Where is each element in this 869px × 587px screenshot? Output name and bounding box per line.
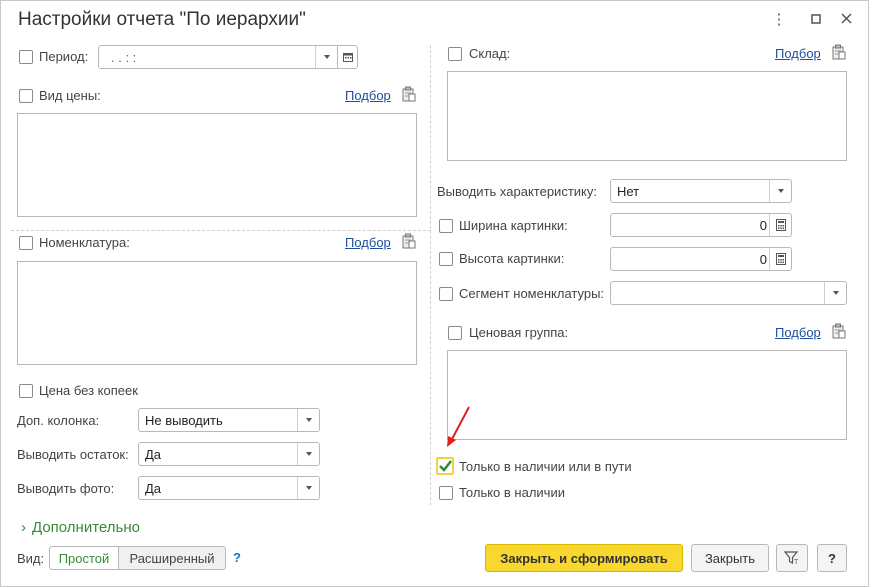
- price-type-label: Вид цены:: [39, 88, 101, 103]
- image-height-input[interactable]: 0: [610, 247, 792, 271]
- price-group-pick-link[interactable]: Подбор: [775, 325, 821, 340]
- nomenclature-label: Номенклатура:: [39, 235, 130, 250]
- warehouse-checkbox[interactable]: [448, 47, 462, 61]
- warehouse-pick-link[interactable]: Подбор: [775, 46, 821, 61]
- view-simple-button[interactable]: Простой: [49, 546, 119, 570]
- left-section-separator: [11, 230, 431, 231]
- period-label: Период:: [39, 49, 89, 64]
- filter-icon: T: [784, 551, 799, 565]
- show-photo-label: Выводить фото:: [17, 481, 115, 496]
- in-stock-or-transit-label: Только в наличии или в пути: [459, 459, 632, 474]
- calendar-icon: [343, 53, 353, 62]
- close-icon[interactable]: [838, 11, 854, 29]
- svg-text:T: T: [794, 559, 799, 565]
- column-separator: [430, 45, 431, 505]
- in-stock-checkbox[interactable]: [439, 486, 453, 500]
- chevron-down-icon: [323, 55, 330, 59]
- price-type-list[interactable]: [17, 113, 417, 217]
- image-height-checkbox[interactable]: [439, 252, 453, 266]
- period-dropdown-button[interactable]: [315, 46, 337, 68]
- chevron-down-icon: [777, 189, 784, 193]
- more-section-toggle[interactable]: › Дополнительно: [21, 519, 140, 536]
- price-group-list[interactable]: [447, 350, 847, 440]
- show-photo-select[interactable]: Да: [138, 476, 320, 500]
- clipboard-icon[interactable]: [402, 86, 416, 102]
- filter-settings-button[interactable]: T: [776, 544, 808, 572]
- image-height-label: Высота картинки:: [459, 251, 565, 266]
- checkmark-icon: [439, 460, 452, 472]
- price-group-label: Ценовая группа:: [469, 325, 569, 340]
- image-width-checkbox[interactable]: [439, 219, 453, 233]
- chevron-down-icon: [832, 291, 839, 295]
- warehouse-label: Склад:: [469, 46, 511, 61]
- price-no-kopecks-label: Цена без копеек: [39, 383, 138, 398]
- period-checkbox[interactable]: [19, 50, 33, 64]
- close-button[interactable]: Закрыть: [691, 544, 769, 572]
- clipboard-icon[interactable]: [832, 323, 846, 339]
- extra-column-label: Доп. колонка:: [17, 413, 100, 428]
- settings-dialog: Настройки отчета "По иерархии" ⋮ Период:…: [0, 0, 869, 587]
- more-options-icon[interactable]: ⋮: [771, 11, 787, 29]
- maximize-icon[interactable]: [808, 11, 824, 29]
- show-balance-label: Выводить остаток:: [17, 447, 129, 462]
- close-and-build-button[interactable]: Закрыть и сформировать: [485, 544, 683, 572]
- nomenclature-checkbox[interactable]: [19, 236, 33, 250]
- price-type-checkbox[interactable]: [19, 89, 33, 103]
- period-calendar-button[interactable]: [337, 45, 358, 69]
- show-characteristic-select[interactable]: Нет: [610, 179, 792, 203]
- segment-select[interactable]: [610, 281, 847, 305]
- in-stock-or-transit-checkbox[interactable]: [436, 457, 454, 475]
- chevron-right-icon: ›: [21, 519, 26, 536]
- nomenclature-pick-link[interactable]: Подбор: [345, 235, 391, 250]
- help-button[interactable]: ?: [817, 544, 847, 572]
- calculator-icon: [775, 253, 786, 265]
- in-stock-label: Только в наличии: [459, 485, 565, 500]
- view-label: Вид:: [17, 551, 45, 566]
- dialog-title: Настройки отчета "По иерархии": [18, 9, 306, 30]
- view-extended-button[interactable]: Расширенный: [118, 546, 226, 570]
- view-help-icon[interactable]: ?: [233, 550, 241, 565]
- extra-column-select[interactable]: Не выводить: [138, 408, 320, 432]
- image-width-input[interactable]: 0: [610, 213, 792, 237]
- calculator-icon: [775, 219, 786, 231]
- price-group-checkbox[interactable]: [448, 326, 462, 340]
- image-width-label: Ширина картинки:: [459, 218, 568, 233]
- annotation-arrow-icon: [447, 406, 470, 447]
- price-type-pick-link[interactable]: Подбор: [345, 88, 391, 103]
- price-no-kopecks-checkbox[interactable]: [19, 384, 33, 398]
- segment-checkbox[interactable]: [439, 287, 453, 301]
- show-balance-select[interactable]: Да: [138, 442, 320, 466]
- calculator-button[interactable]: [769, 214, 791, 236]
- show-characteristic-label: Выводить характеристику:: [437, 184, 597, 199]
- nomenclature-list[interactable]: [17, 261, 417, 365]
- warehouse-list[interactable]: [447, 71, 847, 161]
- calculator-button[interactable]: [769, 248, 791, 270]
- segment-label: Сегмент номенклатуры:: [459, 286, 605, 301]
- period-input[interactable]: . . : :: [98, 45, 338, 69]
- chevron-down-icon: [305, 486, 312, 490]
- clipboard-icon[interactable]: [832, 44, 846, 60]
- chevron-down-icon: [305, 418, 312, 422]
- clipboard-icon[interactable]: [402, 233, 416, 249]
- chevron-down-icon: [305, 452, 312, 456]
